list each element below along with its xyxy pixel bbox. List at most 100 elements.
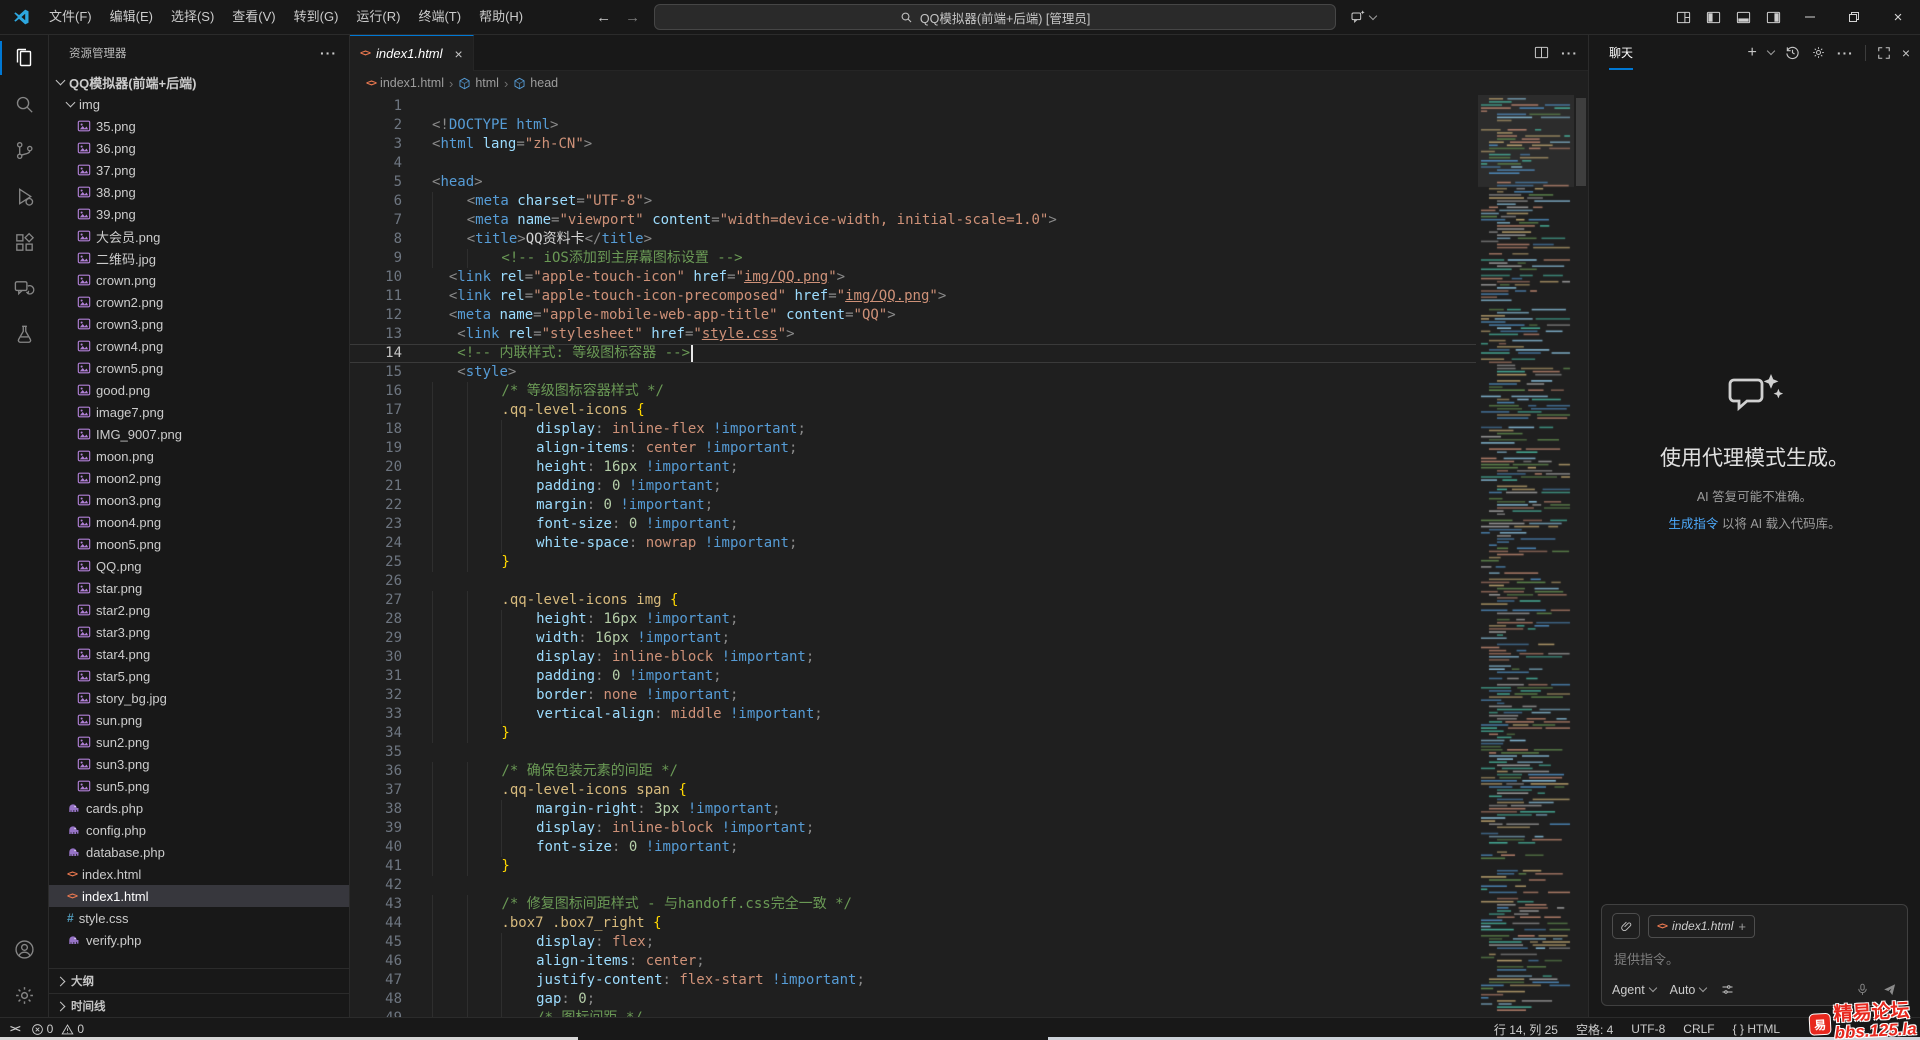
activity-search-icon[interactable] [0, 81, 48, 127]
minimap[interactable] [1478, 95, 1574, 1018]
activity-run-and-debug-icon[interactable] [0, 173, 48, 219]
tree-item-crown4.png[interactable]: crown4.png [49, 335, 349, 357]
voice-mic-icon[interactable] [1855, 982, 1870, 997]
tree-item-sun3.png[interactable]: sun3.png [49, 753, 349, 775]
editor-more-actions-icon[interactable]: ··· [1561, 45, 1578, 61]
tree-item-image7.png[interactable]: image7.png [49, 401, 349, 423]
tree-item-database.php[interactable]: database.php [49, 841, 349, 863]
send-icon[interactable] [1882, 982, 1897, 997]
tree-item-img[interactable]: img [49, 93, 349, 115]
tree-item-38.png[interactable]: 38.png [49, 181, 349, 203]
restore-button[interactable] [1832, 0, 1876, 34]
tree-item-star2.png[interactable]: star2.png [49, 599, 349, 621]
menu-terminal[interactable]: 终端(T) [409, 0, 470, 34]
menu-view[interactable]: 查看(V) [223, 0, 284, 34]
activity-chat-icon[interactable] [0, 265, 48, 311]
tree-item-36.png[interactable]: 36.png [49, 137, 349, 159]
tree-item-moon3.png[interactable]: moon3.png [49, 489, 349, 511]
remote-indicator[interactable]: >< [10, 1023, 19, 1035]
breadcrumb[interactable]: <>index1.html›html›head [350, 71, 1588, 95]
outline-section[interactable]: 大纲 [49, 969, 349, 993]
tree-item-moon2.png[interactable]: moon2.png [49, 467, 349, 489]
tree-item-style.css[interactable]: #style.css [49, 907, 349, 929]
model-selector[interactable]: Auto [1670, 983, 1707, 997]
tree-item-37.png[interactable]: 37.png [49, 159, 349, 181]
breadcrumb-item-index1.html[interactable]: <>index1.html [366, 76, 444, 90]
tree-item-大会员.png[interactable]: 大会员.png [49, 225, 349, 247]
menu-selection[interactable]: 选择(S) [162, 0, 223, 34]
tab-index1-html[interactable]: <> index1.html × [350, 35, 474, 71]
tree-item-35.png[interactable]: 35.png [49, 115, 349, 137]
editor-scrollbar[interactable] [1574, 95, 1588, 1018]
toggle-panel-icon[interactable] [1728, 0, 1758, 34]
chat-input-placeholder[interactable]: 提供指令。 [1612, 939, 1897, 982]
tree-item-moon4.png[interactable]: moon4.png [49, 511, 349, 533]
command-center-search[interactable]: QQ模拟器(前端+后端) [管理员] [654, 4, 1336, 30]
context-file-chip[interactable]: <> index1.html + [1648, 915, 1755, 938]
attach-context-button[interactable] [1612, 913, 1640, 939]
add-context-icon[interactable]: + [1738, 919, 1746, 934]
encoding[interactable]: UTF-8 [1631, 1022, 1665, 1036]
menu-run[interactable]: 运行(R) [347, 0, 409, 34]
tree-item-QQ模拟器(前端+后端)[interactable]: QQ模拟器(前端+后端) [49, 71, 349, 93]
language-mode[interactable]: { } HTML [1733, 1022, 1780, 1036]
split-editor-icon[interactable] [1534, 45, 1549, 60]
tree-item-star3.png[interactable]: star3.png [49, 621, 349, 643]
tree-item-39.png[interactable]: 39.png [49, 203, 349, 225]
chat-input-box[interactable]: <> index1.html + 提供指令。 Agent Auto [1601, 904, 1908, 1006]
toggle-primary-sidebar-icon[interactable] [1698, 0, 1728, 34]
activity-accounts-icon[interactable] [0, 926, 48, 972]
timeline-section[interactable]: 时间线 [49, 993, 349, 1018]
toggle-secondary-sidebar-icon[interactable] [1758, 0, 1788, 34]
cursor-position[interactable]: 行 14, 列 25 [1494, 1021, 1558, 1038]
activity-explorer-icon[interactable] [0, 35, 48, 81]
tree-item-index1.html[interactable]: <>index1.html [49, 885, 349, 907]
scrollbar-thumb[interactable] [1576, 98, 1586, 186]
tools-icon[interactable] [1720, 982, 1735, 997]
menu-go[interactable]: 转到(G) [285, 0, 348, 34]
tree-item-moon.png[interactable]: moon.png [49, 445, 349, 467]
breadcrumb-item-head[interactable]: head [513, 76, 558, 90]
tree-item-sun2.png[interactable]: sun2.png [49, 731, 349, 753]
tree-item-story_bg.jpg[interactable]: story_bg.jpg [49, 687, 349, 709]
tab-close-icon[interactable]: × [455, 46, 463, 62]
activity-source-control-icon[interactable] [0, 127, 48, 173]
tree-item-crown.png[interactable]: crown.png [49, 269, 349, 291]
tree-item-crown3.png[interactable]: crown3.png [49, 313, 349, 335]
tree-item-QQ.png[interactable]: QQ.png [49, 555, 349, 577]
copilot-menu-button[interactable] [1350, 9, 1376, 25]
tree-item-IMG_9007.png[interactable]: IMG_9007.png [49, 423, 349, 445]
tree-item-sun.png[interactable]: sun.png [49, 709, 349, 731]
tree-item-cards.php[interactable]: cards.php [49, 797, 349, 819]
tree-item-star5.png[interactable]: star5.png [49, 665, 349, 687]
customize-layout-icon[interactable] [1668, 0, 1698, 34]
tree-item-star4.png[interactable]: star4.png [49, 643, 349, 665]
tree-item-sun5.png[interactable]: sun5.png [49, 775, 349, 797]
tree-item-config.php[interactable]: config.php [49, 819, 349, 841]
minimize-button[interactable] [1788, 0, 1832, 34]
code-editor[interactable]: 12<!DOCTYPE html>3<html lang="zh-CN">45<… [350, 95, 1588, 1018]
file-tree[interactable]: QQ模拟器(前端+后端)img35.png36.png37.png38.png3… [49, 71, 349, 968]
tree-item-crown2.png[interactable]: crown2.png [49, 291, 349, 313]
tree-item-二维码.jpg[interactable]: 二维码.jpg [49, 247, 349, 269]
problems-indicator[interactable]: 0 0 [31, 1022, 84, 1036]
back-button[interactable]: ← [596, 9, 611, 26]
menu-edit[interactable]: 编辑(E) [101, 0, 162, 34]
tree-item-moon5.png[interactable]: moon5.png [49, 533, 349, 555]
menu-help[interactable]: 帮助(H) [470, 0, 532, 34]
tree-item-star.png[interactable]: star.png [49, 577, 349, 599]
generate-instructions-link[interactable]: 生成指令 [1668, 517, 1718, 531]
eol-sequence[interactable]: CRLF [1683, 1022, 1714, 1036]
activity-testing-icon[interactable] [0, 311, 48, 357]
close-window-button[interactable]: × [1876, 0, 1920, 34]
explorer-more-actions-icon[interactable]: ··· [320, 45, 337, 61]
forward-button[interactable]: → [625, 9, 640, 26]
chat-mode-selector[interactable]: Agent [1612, 983, 1656, 997]
breadcrumb-item-html[interactable]: html [458, 76, 499, 90]
activity-extensions-icon[interactable] [0, 219, 48, 265]
tree-item-good.png[interactable]: good.png [49, 379, 349, 401]
tree-item-index.html[interactable]: <>index.html [49, 863, 349, 885]
menu-file[interactable]: 文件(F) [40, 0, 101, 34]
tree-item-verify.php[interactable]: verify.php [49, 929, 349, 951]
tree-item-crown5.png[interactable]: crown5.png [49, 357, 349, 379]
